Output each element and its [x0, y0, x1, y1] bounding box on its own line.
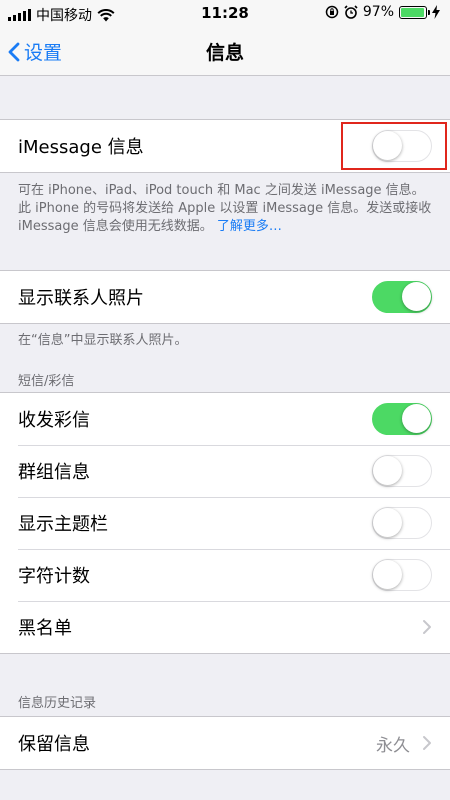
character-count-label: 字符计数 — [18, 566, 90, 587]
toggle-knob — [402, 282, 431, 311]
battery-icon — [399, 5, 430, 19]
mms-toggle[interactable] — [372, 403, 432, 435]
history-group: 保留信息 永久 — [0, 716, 450, 770]
toggle-knob — [402, 404, 431, 433]
keep-messages-value: 永久 — [376, 735, 410, 756]
navigation-bar: 设置 信息 — [0, 26, 450, 76]
mms-label: 收发彩信 — [18, 410, 90, 431]
page-title: 信息 — [205, 42, 244, 64]
blocked-row[interactable]: 黑名单 — [0, 601, 450, 653]
list-item: 显示主题栏 — [0, 497, 450, 549]
contact-photos-row: 显示联系人照片 — [0, 271, 450, 323]
charging-bolt-icon — [432, 5, 440, 19]
toggle-knob — [373, 131, 402, 160]
group-messaging-toggle[interactable] — [372, 455, 432, 487]
subject-field-label: 显示主题栏 — [18, 514, 108, 535]
list-item: 字符计数 — [0, 549, 450, 601]
battery-percent: 97% — [362, 4, 394, 20]
toggle-knob — [373, 560, 402, 589]
keep-messages-label: 保留信息 — [18, 734, 90, 755]
imessage-footnote: 可在 iPhone、iPad、iPod touch 和 Mac 之间发送 iMe… — [18, 182, 436, 236]
subject-field-toggle[interactable] — [372, 507, 432, 539]
character-count-toggle[interactable] — [372, 559, 432, 591]
toggle-knob — [373, 508, 402, 537]
imessage-label: iMessage 信息 — [18, 137, 144, 158]
status-bar: 中国移动 11:28 97% — [0, 0, 450, 26]
chevron-right-icon — [423, 620, 431, 634]
history-section-header: 信息历史记录 — [18, 696, 97, 711]
toggle-knob — [373, 456, 402, 485]
list-item: 群组信息 — [0, 445, 450, 497]
sms-mms-group: 收发彩信 群组信息 显示主题栏 字符计数 黑名单 — [0, 392, 450, 654]
imessage-group: iMessage 信息 — [0, 119, 450, 173]
blocked-label: 黑名单 — [18, 618, 72, 639]
orientation-lock-icon — [325, 5, 339, 19]
alarm-icon — [344, 5, 358, 19]
learn-more-link[interactable]: 了解更多… — [217, 219, 282, 234]
imessage-row: iMessage 信息 — [0, 120, 450, 172]
keep-messages-row[interactable]: 保留信息 永久 — [0, 717, 450, 769]
group-messaging-label: 群组信息 — [18, 462, 90, 483]
contact-photos-footnote: 在“信息”中显示联系人照片。 — [18, 333, 188, 348]
contact-photos-toggle[interactable] — [372, 281, 432, 313]
status-bar-right: 97% — [325, 4, 440, 20]
contact-photos-group: 显示联系人照片 — [0, 270, 450, 324]
contact-photos-label: 显示联系人照片 — [18, 288, 144, 309]
sms-mms-section-header: 短信/彩信 — [18, 374, 75, 389]
imessage-toggle[interactable] — [372, 130, 432, 162]
list-item: 收发彩信 — [0, 393, 450, 445]
chevron-right-icon — [423, 736, 431, 750]
